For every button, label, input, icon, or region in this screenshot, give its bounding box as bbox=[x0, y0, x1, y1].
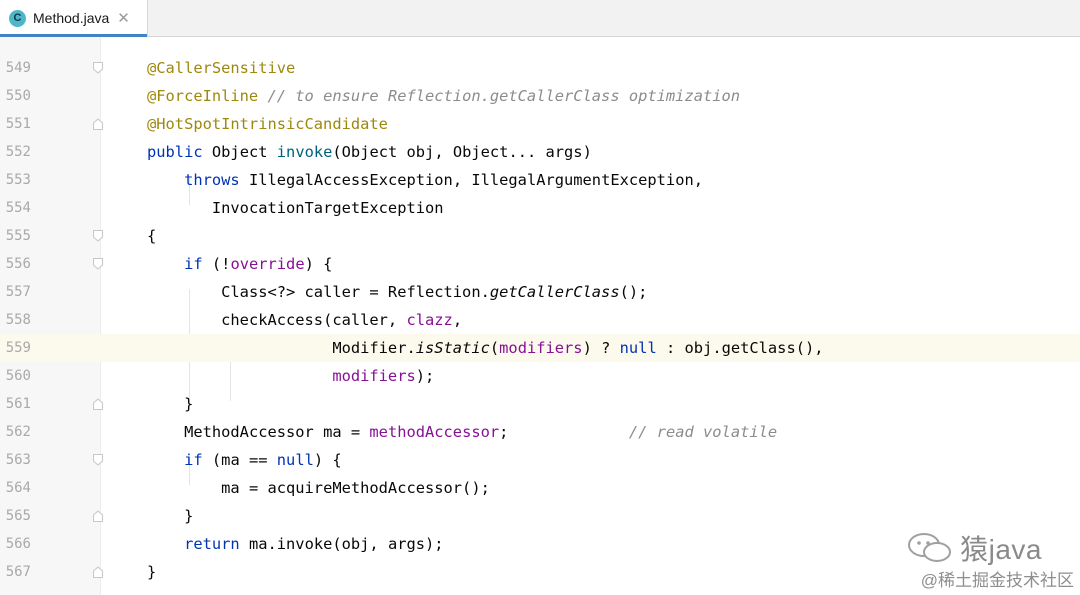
fold-start-icon[interactable] bbox=[93, 62, 103, 74]
line-number: 567 bbox=[5, 564, 31, 580]
code-line-current[interactable]: 559 Modifier.isStatic(modifiers) ? null … bbox=[0, 334, 1080, 362]
code-text: checkAccess(caller, clazz, bbox=[221, 311, 463, 329]
code-line[interactable]: 560 modifiers); bbox=[0, 362, 1080, 390]
fold-end-icon[interactable] bbox=[93, 398, 103, 410]
code-text: } bbox=[184, 507, 194, 525]
code-text: @HotSpotIntrinsicCandidate bbox=[147, 115, 388, 133]
line-number: 565 bbox=[5, 508, 31, 524]
code-line[interactable]: 561 } bbox=[0, 390, 1080, 418]
chat-bubble-icon bbox=[908, 533, 952, 562]
code-line[interactable]: 553 throws IllegalAccessException, Illeg… bbox=[0, 166, 1080, 194]
fold-start-icon[interactable] bbox=[93, 258, 103, 270]
line-number: 557 bbox=[5, 284, 31, 300]
code-text: } bbox=[147, 563, 157, 581]
code-text: { bbox=[147, 227, 157, 245]
code-line[interactable]: 552 public Object invoke(Object obj, Obj… bbox=[0, 138, 1080, 166]
fold-end-icon[interactable] bbox=[93, 510, 103, 522]
code-line[interactable]: 557 Class<?> caller = Reflection.getCall… bbox=[0, 278, 1080, 306]
line-number: 551 bbox=[5, 116, 31, 132]
code-line[interactable]: 562 MethodAccessor ma = methodAccessor; … bbox=[0, 418, 1080, 446]
fold-end-icon[interactable] bbox=[93, 566, 103, 578]
code-text: if (ma == null) { bbox=[184, 451, 342, 469]
code-text: } bbox=[184, 395, 194, 413]
line-number: 550 bbox=[5, 88, 31, 104]
channel-watermark: 猿java bbox=[906, 528, 1042, 568]
site-watermark: @稀土掘金技术社区 bbox=[920, 571, 1074, 590]
line-number: 555 bbox=[5, 228, 31, 244]
line-number: 553 bbox=[5, 172, 31, 188]
code-text: public Object invoke(Object obj, Object.… bbox=[147, 143, 592, 161]
code-text: Class<?> caller = Reflection.getCallerCl… bbox=[221, 283, 648, 301]
code-text: InvocationTargetException bbox=[211, 199, 444, 217]
close-icon[interactable]: ✕ bbox=[117, 9, 130, 27]
fold-end-icon[interactable] bbox=[93, 118, 103, 130]
fold-start-icon[interactable] bbox=[93, 230, 103, 242]
line-number: 558 bbox=[5, 312, 31, 328]
code-line[interactable]: 551 @HotSpotIntrinsicCandidate bbox=[0, 110, 1080, 138]
code-text: throws IllegalAccessException, IllegalAr… bbox=[184, 171, 704, 189]
code-line[interactable]: 564 ma = acquireMethodAccessor(); bbox=[0, 474, 1080, 502]
code-editor[interactable]: 549 @CallerSensitive 550 @ForceInline //… bbox=[0, 37, 1080, 595]
code-text: @CallerSensitive bbox=[147, 59, 296, 77]
tab-method-java[interactable]: C Method.java ✕ bbox=[0, 0, 148, 37]
code-text: modifiers); bbox=[332, 367, 435, 385]
fold-start-icon[interactable] bbox=[93, 454, 103, 466]
line-number: 563 bbox=[5, 452, 31, 468]
line-number: 562 bbox=[5, 424, 31, 440]
line-number: 559 bbox=[5, 340, 31, 356]
line-number: 566 bbox=[5, 536, 31, 552]
code-line[interactable]: 550 @ForceInline // to ensure Reflection… bbox=[0, 82, 1080, 110]
code-text: return ma.invoke(obj, args); bbox=[184, 535, 444, 553]
code-line[interactable]: 556 if (!override) { bbox=[0, 250, 1080, 278]
code-text: @ForceInline // to ensure Reflection.get… bbox=[147, 87, 741, 105]
line-number: 556 bbox=[5, 256, 31, 272]
line-number: 560 bbox=[5, 368, 31, 384]
code-line[interactable]: 555 { bbox=[0, 222, 1080, 250]
code-text: MethodAccessor ma = methodAccessor; // r… bbox=[184, 423, 778, 441]
line-number: 554 bbox=[5, 200, 31, 216]
watermark-channel: 猿java bbox=[960, 534, 1042, 565]
line-number: 552 bbox=[5, 144, 31, 160]
line-number: 561 bbox=[5, 396, 31, 412]
java-class-icon: C bbox=[9, 9, 26, 27]
code-line[interactable]: 558 checkAccess(caller, clazz, bbox=[0, 306, 1080, 334]
code-line[interactable]: 565 } bbox=[0, 502, 1080, 530]
code-line[interactable]: 549 @CallerSensitive bbox=[0, 54, 1080, 82]
editor-tab-bar: C Method.java ✕ bbox=[0, 0, 1080, 37]
tab-filename: Method.java bbox=[33, 10, 110, 26]
code-text: Modifier.isStatic(modifiers) ? null : ob… bbox=[332, 339, 824, 357]
code-line[interactable]: 563 if (ma == null) { bbox=[0, 446, 1080, 474]
line-number: 564 bbox=[5, 480, 31, 496]
code-text: ma = acquireMethodAccessor(); bbox=[221, 479, 490, 497]
code-text: if (!override) { bbox=[184, 255, 333, 273]
code-line[interactable]: 554 InvocationTargetException bbox=[0, 194, 1080, 222]
line-number: 549 bbox=[5, 60, 31, 76]
